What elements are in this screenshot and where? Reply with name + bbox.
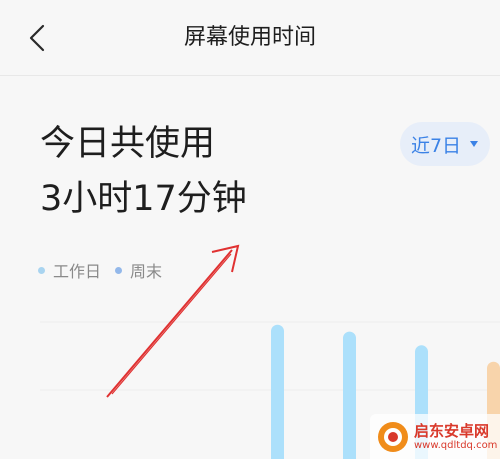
chart-bar-4	[271, 324, 284, 459]
chart-bar-5	[343, 331, 356, 459]
range-select-label: 近7日	[410, 134, 462, 157]
caret-down-icon	[470, 141, 479, 147]
logo-icon	[378, 421, 408, 452]
chevron-left-icon	[29, 24, 45, 52]
legend-label-weekend: 周末	[130, 262, 163, 281]
watermark-name: 启东安卓网	[414, 421, 490, 440]
watermark: 启东安卓网 www.qdltdq.com	[370, 414, 500, 459]
legend-dot-workday	[38, 266, 45, 274]
range-select[interactable]: 近7日	[400, 122, 490, 166]
legend-label-workday: 工作日	[53, 262, 102, 281]
legend-item-workday: 工作日	[38, 258, 101, 282]
usage-summary-label: 今日共使用	[40, 124, 216, 164]
page-title: 屏幕使用时间	[183, 25, 316, 50]
legend-dot-weekend	[115, 266, 123, 274]
header: 屏幕使用时间	[0, 0, 500, 76]
watermark-url: www.qdltdq.com	[414, 439, 498, 451]
back-button[interactable]	[18, 18, 58, 58]
usage-summary-value: 3小时17分钟	[40, 179, 247, 219]
chart-legend: 工作日 周末	[38, 258, 176, 282]
arrow-head	[211, 244, 240, 273]
legend-item-weekend: 周末	[115, 258, 162, 282]
